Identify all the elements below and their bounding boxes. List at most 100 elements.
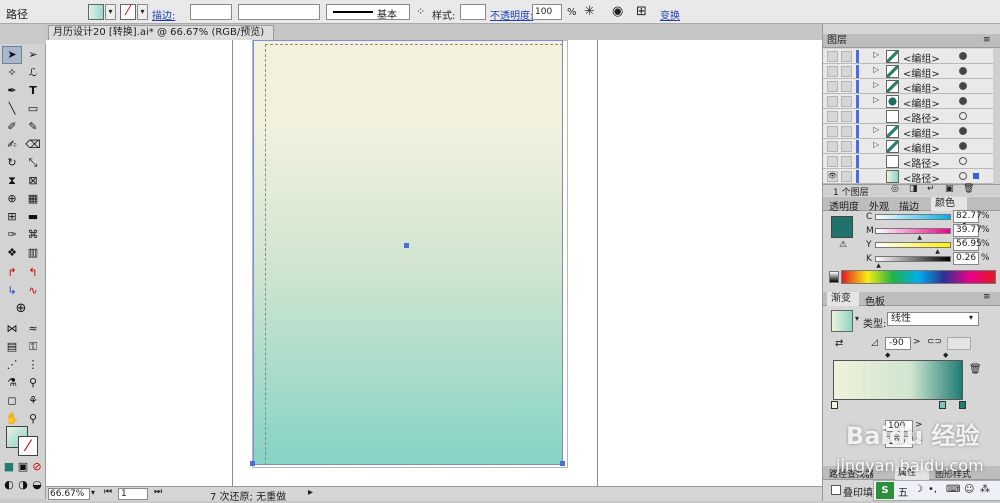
layer-row[interactable]: ▷ <编组> — [823, 64, 993, 80]
brush-definition[interactable]: 基本 — [326, 4, 410, 21]
channel-slider[interactable]: ▲ — [875, 228, 951, 241]
zoom-dropdown[interactable]: ▾ — [91, 488, 101, 500]
channel-value-input[interactable]: 39.77 — [953, 224, 982, 237]
midpoint-diamond[interactable]: ◆ — [885, 351, 890, 359]
live-paint-tool-icon[interactable]: ⚗ — [3, 374, 21, 391]
channel-value-input[interactable]: 56.95 — [953, 238, 982, 251]
layer-row[interactable]: ▷ <编组> — [823, 124, 993, 140]
anchor-bottom-left[interactable] — [250, 461, 255, 466]
isolate-icon[interactable]: ◉ — [612, 4, 623, 19]
canvas[interactable] — [46, 40, 822, 486]
lock-toggle-icon[interactable] — [841, 66, 852, 77]
visibility-toggle-icon[interactable] — [827, 156, 838, 167]
eyedropper2-tool-icon[interactable]: ⚘ — [24, 392, 42, 409]
visibility-toggle-icon[interactable] — [827, 141, 838, 152]
stroke-color-box[interactable]: ⁄ — [18, 436, 38, 456]
direct-selection-tool-icon[interactable]: ➢ — [24, 46, 42, 63]
tab-color[interactable]: 颜色 — [931, 197, 967, 211]
locate-object-icon[interactable]: ◎ — [891, 184, 899, 194]
last-artboard-icon[interactable]: ⏭ — [154, 487, 162, 497]
slider-knob[interactable]: ▲ — [917, 234, 922, 241]
artboard-field[interactable]: 1 — [118, 488, 148, 500]
target-circle-icon[interactable] — [959, 127, 967, 135]
transform-link[interactable]: 变换 — [660, 7, 680, 22]
target-circle-icon[interactable] — [959, 157, 967, 165]
blob-brush-tool-icon[interactable]: ✍ — [3, 136, 21, 153]
stroke-none-swatch[interactable]: ⁄ — [120, 4, 136, 20]
variable-width-field[interactable] — [238, 4, 320, 20]
visibility-toggle-icon[interactable] — [827, 96, 838, 107]
visibility-toggle-icon[interactable]: 👁 — [827, 171, 838, 182]
eyedropper-tool-icon[interactable]: ✑ — [3, 226, 21, 243]
graphic-style-swatch[interactable] — [460, 4, 486, 20]
lock-toggle-icon[interactable] — [841, 141, 852, 152]
layers-scrollbar[interactable] — [993, 49, 1000, 184]
symbol-sprayer-tool-icon[interactable]: ❖ — [3, 244, 21, 261]
gradient-stop-end[interactable] — [959, 401, 966, 409]
overprint-fill-checkbox[interactable] — [831, 485, 841, 495]
clipping-mask-icon[interactable]: ◨ — [909, 184, 918, 194]
channel-slider[interactable]: ▲ — [875, 214, 967, 227]
color-spectrum-bar[interactable] — [841, 270, 996, 284]
anchor-bottom-right[interactable] — [560, 461, 565, 466]
zoom-tool-icon[interactable]: ⚲ — [24, 410, 42, 427]
lasso-tool-icon[interactable]: ℒ — [24, 64, 42, 81]
lock-toggle-icon[interactable] — [841, 81, 852, 92]
opacity-label[interactable]: 不透明度: — [490, 7, 533, 22]
ime-user-icon[interactable]: ☺ — [964, 484, 974, 495]
wave-tool-icon[interactable]: ≈ — [24, 320, 42, 337]
layer-row[interactable]: ▷ <编组> — [823, 94, 993, 110]
visibility-toggle-icon[interactable] — [827, 126, 838, 137]
mesh-tool-icon[interactable]: ⊞ — [3, 208, 21, 225]
gradient-stop-start[interactable] — [831, 401, 838, 409]
ime-menu-icon[interactable]: ⁂ — [980, 484, 990, 495]
align-icon[interactable]: ⁘ — [416, 5, 425, 18]
layer-row[interactable]: ▷ <编组> — [823, 139, 993, 155]
lock-toggle-icon[interactable] — [841, 96, 852, 107]
shape-builder-tool-icon[interactable]: ⊕ — [3, 190, 21, 207]
document-tab[interactable]: 月历设计20 [转换].ai* @ 66.67% (RGB/预览) — [48, 25, 274, 40]
type-tool-icon[interactable]: T — [24, 82, 42, 99]
ime-mode-icon[interactable]: 五 — [898, 484, 908, 499]
expand-arrow-icon[interactable]: ▷ — [873, 65, 879, 74]
stroke-dropdown[interactable]: ▾ — [137, 4, 148, 20]
slider-knob[interactable]: ▲ — [876, 262, 881, 269]
rectangle-tool-icon[interactable]: ▭ — [24, 100, 42, 117]
artboard-tool-icon[interactable]: ▤ — [3, 338, 21, 355]
gradient-thumb-dropdown[interactable]: ▾ — [855, 314, 859, 323]
width-tool-icon[interactable]: ⧗ — [3, 172, 21, 189]
scale-tool-icon[interactable]: ⤡ — [24, 154, 42, 171]
target-circle-icon[interactable] — [959, 172, 967, 180]
angle-input[interactable]: -90 — [885, 337, 911, 350]
expand-arrow-icon[interactable]: ▷ — [873, 80, 879, 89]
knife-tool-icon[interactable]: ⋮ — [24, 356, 42, 373]
gradient-stop-mid[interactable] — [939, 401, 946, 409]
path-split-icon[interactable]: ↳ — [3, 282, 21, 299]
slice-tool-icon[interactable]: ⚿ — [24, 338, 42, 355]
gradient-thumbnail[interactable] — [831, 310, 853, 332]
first-artboard-icon[interactable]: ⏮ — [104, 487, 112, 497]
visibility-toggle-icon[interactable] — [827, 51, 838, 62]
delete-layer-icon[interactable]: 🗑 — [963, 184, 974, 194]
fill-dropdown[interactable]: ▾ — [105, 4, 116, 20]
hand-tool-icon[interactable]: ✋ — [3, 410, 21, 427]
column-graph-tool-icon[interactable]: ▥ — [24, 244, 42, 261]
perspective-grid-tool-icon[interactable]: ▦ — [24, 190, 42, 207]
color-fill-swatch[interactable] — [831, 216, 853, 238]
pencil-tool-icon[interactable]: ✎ — [24, 118, 42, 135]
tab-transparency[interactable]: 透明度 — [829, 198, 859, 213]
ime-keyboard-icon[interactable]: ⌨ — [946, 484, 960, 495]
lock-toggle-icon[interactable] — [841, 111, 852, 122]
slider-knob[interactable]: ▲ — [935, 248, 940, 255]
layer-row[interactable]: <路径> — [823, 154, 993, 170]
tab-gradient[interactable]: 渐变 — [827, 292, 859, 306]
paintbrush-tool-icon[interactable]: ✐ — [3, 118, 21, 135]
layer-row[interactable]: ▷ <编组> — [823, 49, 993, 65]
reference-point-icon[interactable]: ⊞ — [636, 4, 647, 19]
magic-wand-tool-icon[interactable]: ✧ — [3, 64, 21, 81]
target-circle-icon[interactable] — [959, 67, 967, 75]
layer-row[interactable]: <路径> — [823, 109, 993, 125]
pathfinder-right-icon[interactable]: ↰ — [24, 264, 42, 281]
expand-arrow-icon[interactable]: ▷ — [873, 50, 879, 59]
tab-appearance[interactable]: 外观 — [869, 198, 889, 213]
